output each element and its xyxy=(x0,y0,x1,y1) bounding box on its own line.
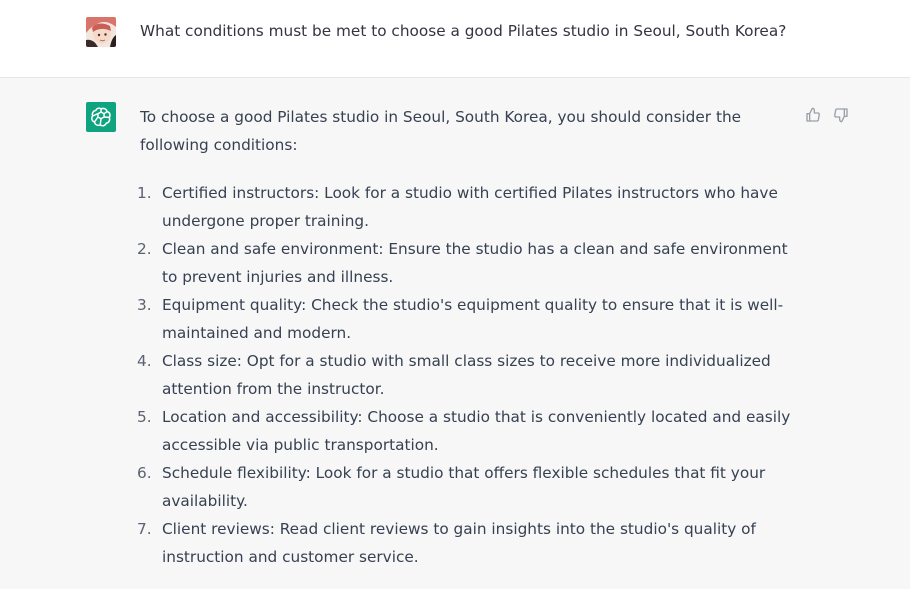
assistant-message-content: To choose a good Pilates studio in Seoul… xyxy=(137,103,802,571)
user-message-text: What conditions must be met to choose a … xyxy=(140,22,787,40)
openai-logo-icon xyxy=(91,107,111,127)
list-item-text: Certified instructors: Look for a studio… xyxy=(162,184,778,230)
list-item-number: 7. xyxy=(137,520,152,538)
list-item: 5. Location and accessibility: Choose a … xyxy=(137,403,802,459)
list-item: 2. Clean and safe environment: Ensure th… xyxy=(137,235,802,291)
thumbs-up-icon xyxy=(806,107,820,122)
assistant-intro-text: To choose a good Pilates studio in Seoul… xyxy=(140,108,742,154)
list-item: 3. Equipment quality: Check the studio's… xyxy=(137,291,802,347)
list-item-number: 1. xyxy=(137,184,152,202)
list-item-text: Class size: Opt for a studio with small … xyxy=(162,352,771,398)
list-item: 7. Client reviews: Read client reviews t… xyxy=(137,515,802,571)
answer-list: 1. Certified instructors: Look for a stu… xyxy=(137,179,802,571)
list-item-number: 4. xyxy=(137,352,152,370)
feedback-buttons xyxy=(805,107,849,123)
thumbs-down-icon xyxy=(834,108,848,123)
list-item: 4. Class size: Opt for a studio with sma… xyxy=(137,347,802,403)
user-message-row: What conditions must be met to choose a … xyxy=(0,0,910,78)
list-item: 1. Certified instructors: Look for a stu… xyxy=(137,179,802,235)
user-avatar xyxy=(86,17,116,47)
list-item-text: Equipment quality: Check the studio's eq… xyxy=(162,296,784,342)
list-item-text: Client reviews: Read client reviews to g… xyxy=(162,520,756,566)
thumbs-down-button[interactable] xyxy=(833,107,849,123)
list-item-number: 5. xyxy=(137,408,152,426)
list-item-text: Clean and safe environment: Ensure the s… xyxy=(162,240,788,286)
user-avatar-image xyxy=(86,17,116,47)
assistant-message-row: To choose a good Pilates studio in Seoul… xyxy=(0,78,910,589)
list-item-number: 3. xyxy=(137,296,152,314)
thumbs-up-button[interactable] xyxy=(805,107,821,123)
list-item-text: Schedule flexibility: Look for a studio … xyxy=(162,464,766,510)
list-item-text: Location and accessibility: Choose a stu… xyxy=(162,408,791,454)
list-item-number: 2. xyxy=(137,240,152,258)
list-item: 6. Schedule flexibility: Look for a stud… xyxy=(137,459,802,515)
assistant-avatar xyxy=(86,102,116,132)
list-item-number: 6. xyxy=(137,464,152,482)
